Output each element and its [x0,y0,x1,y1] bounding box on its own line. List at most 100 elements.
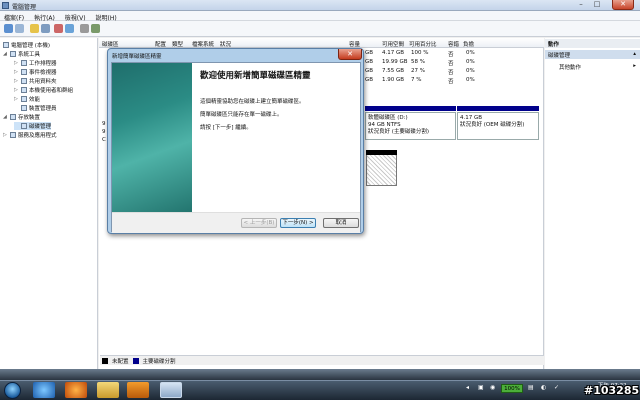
tray-app-icon[interactable]: ◐ [541,384,546,391]
tray-chevron-icon[interactable]: ◂ [466,384,469,391]
actions-more[interactable]: 其他動作 ▸ [545,62,640,71]
actions-pane: 動作 磁碟管理 ▴ 其他動作 ▸ [545,38,640,369]
wizard-title: 新增簡單磁碟區精靈 [112,54,162,60]
wizard-footer: < 上一步(B) 下一步(N) > 取消 [112,212,360,233]
tree-item-task-scheduler[interactable]: ▷ 工作排程器 [14,59,57,67]
explorer-icon[interactable] [97,382,119,398]
window-titlebar[interactable]: 電腦管理 – □ ✕ [0,0,640,11]
collapsed-icon[interactable]: ▷ [14,96,19,102]
tray-app-icon[interactable]: ✓ [554,384,559,391]
partition-d[interactable]: 軟體磁碟區 (D:) 94 GB NTFS 狀況良好 (主要磁碟分割) [365,112,456,140]
collapsed-icon[interactable]: ▷ [3,132,8,138]
volume-icon[interactable]: ◉ [490,384,495,391]
disk-label-stub: C [102,137,106,143]
next-button[interactable]: 下一步(N) > [280,218,316,228]
tree-item-storage[interactable]: ◢ 存放裝置 [3,113,40,121]
firefox-icon[interactable] [65,382,87,398]
computer-icon [3,42,9,48]
computer-management-icon [2,2,9,9]
performance-icon [21,96,27,102]
services-icon [10,132,16,138]
wizard-text: 簡單磁碟區只能存在單一磁碟上。 [200,112,283,118]
legend-swatch-unallocated [102,357,108,364]
column-type[interactable]: 類型 [172,40,183,48]
column-capacity[interactable]: 容量 [349,40,360,48]
tree-item-local-users[interactable]: ▷ 本機使用者和群組 [14,86,73,94]
column-free-space[interactable]: 可用空間 [382,40,404,48]
wizard-body: 歡迎使用新增簡單磁碟區精靈 這個精靈協助您在磁碟上建立簡單磁碟區。 簡單磁碟區只… [111,62,361,233]
collapsed-icon[interactable]: ▷ [14,78,19,84]
disk-icon [21,123,27,129]
help-icon[interactable] [54,24,63,33]
event-viewer-icon [21,69,27,75]
network-icon[interactable]: ▣ [478,384,484,391]
export-icon[interactable] [80,24,89,33]
legend-unallocated: 未配置 [112,358,129,365]
forward-icon[interactable] [15,24,24,33]
wizard-text: 這個精靈協助您在磁碟上建立簡單磁碟區。 [200,99,305,105]
collapsed-icon[interactable]: ▷ [14,69,19,75]
submenu-arrow-icon: ▸ [633,63,636,69]
minimize-button[interactable]: – [574,0,588,10]
tree-item-services-apps[interactable]: ▷ 服務及應用程式 [3,131,57,139]
toolbar [0,21,640,37]
computer-management-task-icon[interactable] [160,382,182,398]
tree-item-disk-management[interactable]: 磁碟管理 [14,122,52,130]
menu-bar: 檔案(F) 執行(A) 檢視(V) 說明(H) [0,11,640,22]
properties-icon[interactable] [65,24,74,33]
start-button[interactable] [4,382,21,399]
column-overhead[interactable]: 負擔 [463,40,474,48]
partition-bar-primary [365,106,456,111]
tree-item-computer-management[interactable]: 電腦管理 (本機) [3,41,50,49]
close-button[interactable]: ✕ [612,0,634,10]
collapsed-icon[interactable]: ▷ [14,60,19,66]
column-filesystem[interactable]: 檔案系統 [192,40,214,48]
tray-app-icon[interactable]: ▤ [528,384,534,391]
column-fault-tolerance[interactable]: 容錯 [448,40,459,48]
wizard-side-banner [112,63,192,212]
column-headers: 磁碟區 配置 類型 檔案系統 狀況 容量 可用空間 可用百分比 容錯 負擔 [99,38,544,48]
disk-label-stub: 9 [102,121,106,127]
tree-item-performance[interactable]: ▷ 效能 [14,95,40,103]
desktop-strip [0,369,640,380]
storage-icon [10,114,16,120]
shared-folder-icon [21,78,27,84]
back-button[interactable]: < 上一步(B) [241,218,277,228]
expand-icon[interactable]: ◢ [3,51,8,57]
maximize-button[interactable]: □ [590,0,604,10]
column-percent-free[interactable]: 可用百分比 [409,40,437,48]
tree-item-device-manager[interactable]: 裝置管理員 [14,104,57,112]
unallocated-bar [366,150,397,155]
column-status[interactable]: 狀況 [220,40,231,48]
partition-oem[interactable]: 4.17 GB 狀況良好 (OEM 磁碟分割) [457,112,539,140]
wizard-close-button[interactable]: ✕ [338,49,362,60]
wizard-text: 請按 [下一步] 繼續。 [200,125,252,131]
show-hide-tree-icon[interactable] [41,24,50,33]
media-player-icon[interactable] [127,382,149,398]
collapsed-icon[interactable]: ▷ [14,87,19,93]
collapse-icon[interactable]: ▴ [633,51,636,57]
unallocated-region[interactable] [366,150,397,186]
watermark: #103285 [584,384,640,397]
toolbox-icon [10,51,16,57]
cancel-button[interactable]: 取消 [323,218,359,228]
tree-item-system-tools[interactable]: ◢ 系統工具 [3,50,40,58]
device-manager-icon [21,105,27,111]
partition-bar-oem [457,106,539,111]
navigation-tree: 電腦管理 (本機) ◢ 系統工具 ▷ 工作排程器 ▷ 事件檢視器 ▷ 共用資料夾 ▷ 本機… [0,38,98,369]
desktop: 電腦管理 – □ ✕ 檔案(F) 執行(A) 檢視(V) 說明(H) 電腦管理 … [0,0,640,400]
refresh-icon[interactable] [91,24,100,33]
tree-item-shared-folders[interactable]: ▷ 共用資料夾 [14,77,57,85]
actions-section-disk-management[interactable]: 磁碟管理 ▴ [545,50,640,59]
tree-item-event-viewer[interactable]: ▷ 事件檢視器 [14,68,57,76]
wizard-content: 歡迎使用新增簡單磁碟區精靈 這個精靈協助您在磁碟上建立簡單磁碟區。 簡單磁碟區只… [200,69,360,209]
expand-icon[interactable]: ◢ [3,114,8,120]
back-icon[interactable] [4,24,13,33]
up-folder-icon[interactable] [30,24,39,33]
ie-icon[interactable] [33,382,55,398]
column-volume[interactable]: 磁碟區 [102,40,119,48]
battery-indicator[interactable]: 100% [501,384,523,393]
disk-label-stub: 9 [102,129,106,135]
actions-header: 動作 [545,39,640,48]
column-layout[interactable]: 配置 [155,40,166,48]
